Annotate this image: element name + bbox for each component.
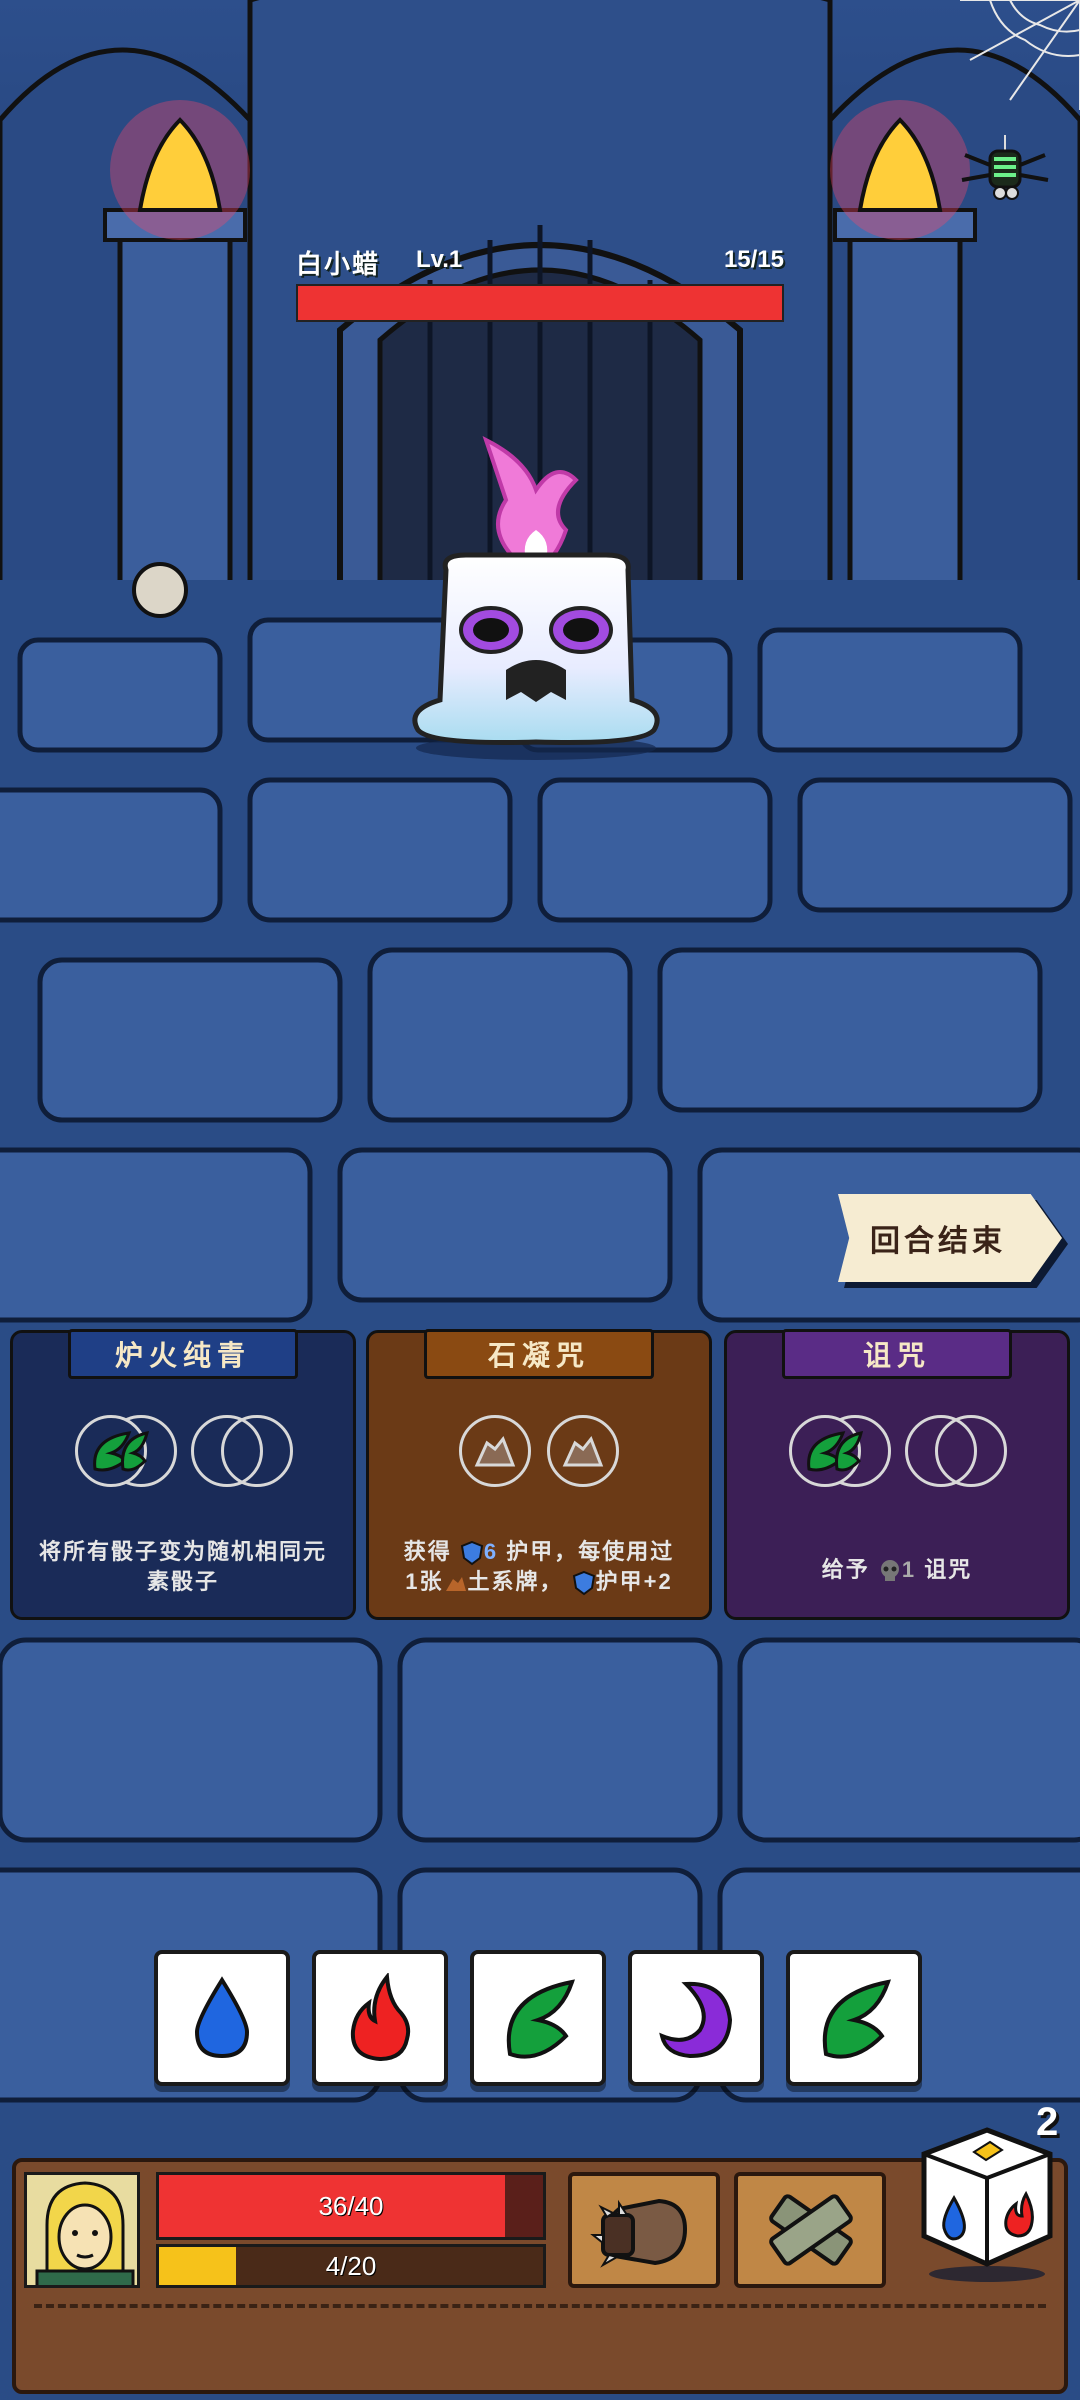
enemy-hp-fill bbox=[298, 286, 782, 320]
shield-icon bbox=[572, 1571, 595, 1596]
player-xp-text: 4/20 bbox=[325, 2250, 377, 2281]
rock-icon bbox=[562, 1436, 604, 1467]
item-slot-bandage[interactable] bbox=[734, 2172, 886, 2288]
player-avatar[interactable] bbox=[24, 2172, 140, 2288]
dice-cube-icon bbox=[921, 2127, 1053, 2282]
player-xp-bar: 4/20 bbox=[156, 2244, 546, 2288]
dice-slot-empty[interactable] bbox=[905, 1415, 1007, 1487]
enemy-hp-bar bbox=[296, 284, 784, 322]
dice-slot-nature[interactable] bbox=[75, 1415, 177, 1487]
enemy-candle-slime[interactable] bbox=[396, 430, 676, 760]
item-slot-gauntlet[interactable] bbox=[568, 2172, 720, 2288]
die-nature[interactable] bbox=[786, 1950, 922, 2086]
enemy-level: Lv.1 bbox=[416, 246, 463, 273]
enemy-name: 白小蜡 bbox=[296, 249, 381, 279]
roll-dice-button[interactable] bbox=[914, 2124, 1060, 2284]
dice-slot-empty[interactable] bbox=[191, 1415, 293, 1487]
skill-card-description: 将所有骰子变为随机相同元素骰子 bbox=[38, 1539, 327, 1594]
spider-icon bbox=[960, 135, 1050, 205]
skill-card-description: 给予 1 诅咒 bbox=[821, 1557, 973, 1582]
dice-hand bbox=[154, 1950, 922, 2086]
skill-card-stone-curse[interactable]: 石凝咒 获得 6 护甲，每使用过 1张 土系牌， 护甲+2 bbox=[366, 1329, 712, 1620]
fire-icon bbox=[350, 1973, 411, 2062]
water-drop-icon bbox=[194, 1976, 250, 2059]
dice-slot-nature[interactable] bbox=[789, 1415, 891, 1487]
die-fire[interactable] bbox=[312, 1950, 448, 2086]
skill-card-curse[interactable]: 诅咒 给予 1 诅咒 bbox=[724, 1329, 1070, 1620]
enemy-hp-text: 15/15 bbox=[723, 246, 784, 273]
player-hp-text: 36/40 bbox=[318, 2190, 384, 2221]
die-water[interactable] bbox=[154, 1950, 290, 2086]
dice-slots bbox=[727, 1415, 1067, 1487]
skill-card-title: 石凝咒 bbox=[424, 1329, 654, 1379]
skill-card-description: 获得 6 护甲，每使用过 1张 土系牌， 护甲+2 bbox=[385, 1537, 693, 1597]
skill-card-forge[interactable]: 炉火纯青 将所有骰子变为随机相同元素骰子 bbox=[10, 1329, 356, 1620]
moon-icon bbox=[659, 1981, 733, 2059]
end-turn-label: 回合结束 bbox=[870, 1225, 1006, 1258]
skill-card-title: 诅咒 bbox=[782, 1329, 1012, 1379]
leaf-icon bbox=[121, 1431, 149, 1472]
rock-icon bbox=[474, 1436, 516, 1467]
skull-icon bbox=[880, 1560, 899, 1582]
bandage-icon bbox=[769, 2194, 853, 2266]
dice-slot-earth[interactable] bbox=[547, 1415, 619, 1487]
die-shadow[interactable] bbox=[628, 1950, 764, 2086]
dice-slots bbox=[369, 1415, 709, 1487]
dice-slots bbox=[13, 1415, 353, 1487]
skill-card-title: 炉火纯青 bbox=[68, 1329, 298, 1379]
dice-slot-earth[interactable] bbox=[459, 1415, 531, 1487]
spiked-gauntlet-icon bbox=[590, 2198, 688, 2268]
earth-icon bbox=[445, 1577, 466, 1592]
shield-icon bbox=[460, 1541, 483, 1566]
die-nature[interactable] bbox=[470, 1950, 606, 2086]
leaf-icon bbox=[506, 1979, 575, 2059]
player-hp-bar: 36/40 bbox=[156, 2172, 546, 2240]
leaf-icon bbox=[822, 1979, 891, 2059]
leaf-icon bbox=[835, 1431, 863, 1472]
end-turn-button[interactable]: 回合结束 bbox=[838, 1194, 1062, 1282]
